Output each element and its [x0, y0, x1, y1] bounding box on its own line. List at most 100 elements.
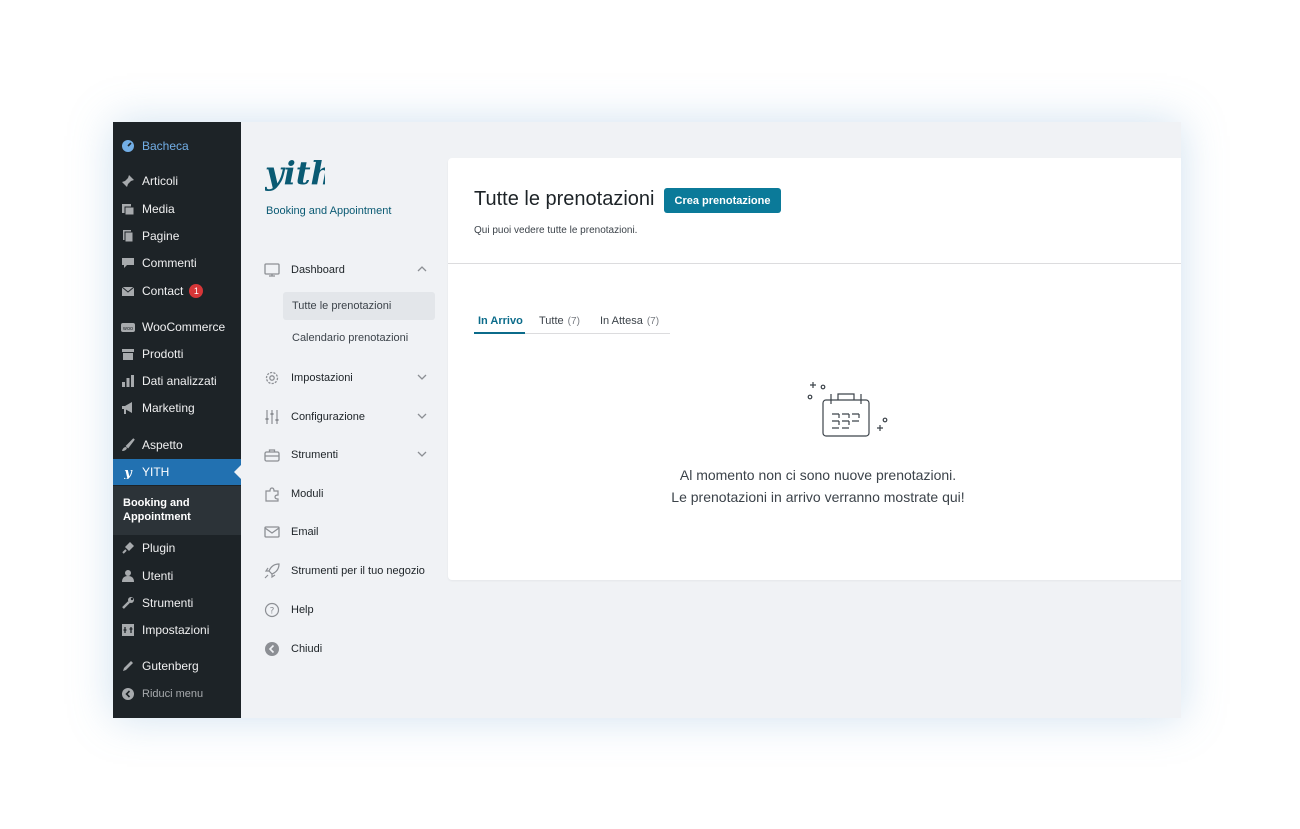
menu-label: Commenti — [142, 256, 197, 270]
menu-label: Contact — [142, 284, 184, 298]
paintbrush-icon — [120, 437, 136, 453]
nav-label: Email — [291, 526, 319, 538]
nav-email[interactable]: Email — [263, 518, 435, 546]
comment-icon — [120, 255, 136, 271]
pin-icon — [120, 173, 136, 189]
nav-tutte-le-prenotazioni[interactable]: Tutte le prenotazioni — [283, 292, 435, 320]
bar-chart-icon — [120, 373, 136, 389]
submenu-label: Booking and Appointment — [123, 497, 191, 523]
menu-label: Dati analizzati — [142, 374, 217, 388]
nav-label: Strumenti — [291, 449, 339, 461]
dashboard-icon — [120, 138, 136, 154]
sliders-icon — [263, 408, 281, 426]
yith-icon: y — [120, 464, 136, 480]
app-window: Bacheca Articoli Media Pagine Commenti C… — [113, 122, 1181, 718]
main-panel: Tutte le prenotazioni Crea prenotazione … — [448, 158, 1181, 580]
nav-label: Dashboard — [291, 264, 345, 276]
nav-label: Strumenti per il tuo negozio — [291, 565, 425, 577]
tab-in-arrivo[interactable]: In Arrivo — [478, 315, 523, 327]
collapse-arrow-icon — [120, 686, 136, 702]
empty-state-title: Al momento non ci sono nuove prenotazion… — [679, 467, 957, 483]
menu-item-dati-analizzati[interactable]: Dati analizzati — [113, 368, 241, 394]
nav-label: Configurazione — [291, 411, 365, 423]
nav-strumenti[interactable]: Strumenti — [263, 441, 435, 469]
menu-label: Utenti — [142, 569, 174, 583]
menu-label: Articoli — [142, 174, 179, 188]
empty-calendar-icon — [807, 382, 888, 437]
menu-label: Bacheca — [142, 139, 189, 153]
tab-tutte[interactable]: Tutte (7) — [539, 315, 580, 327]
svg-text:woo: woo — [123, 326, 133, 332]
tab-label: In Arrivo — [478, 315, 523, 327]
chevron-down-icon — [417, 372, 427, 385]
nav-calendario-prenotazioni[interactable]: Calendario prenotazioni — [283, 324, 435, 352]
tab-in-attesa[interactable]: In Attesa (7) — [600, 315, 659, 327]
nav-impostazioni[interactable]: Impostazioni — [263, 364, 435, 392]
nav-dashboard[interactable]: Dashboard — [263, 256, 435, 284]
help-icon: ? — [263, 601, 281, 619]
menu-item-utenti[interactable]: Utenti — [113, 563, 241, 589]
menu-label: Pagine — [142, 229, 180, 243]
svg-text:yith: yith — [265, 154, 325, 192]
tab-count: (7) — [646, 316, 660, 327]
menu-item-aspetto[interactable]: Aspetto — [113, 432, 241, 458]
envelope-icon — [263, 523, 281, 541]
menu-label: Media — [142, 202, 175, 216]
tab-count: (7) — [567, 316, 580, 327]
nav-label: Chiudi — [291, 643, 323, 655]
submenu-booking-appointment[interactable]: Booking and Appointment — [113, 486, 241, 535]
plugin-subtitle: Booking and Appointment — [266, 205, 392, 217]
nav-label: Impostazioni — [291, 372, 353, 384]
menu-label: Marketing — [142, 401, 195, 415]
menu-item-plugin[interactable]: Plugin — [113, 535, 241, 561]
menu-item-bacheca[interactable]: Bacheca — [113, 133, 241, 159]
menu-label: Aspetto — [142, 438, 183, 452]
active-tab-indicator — [474, 332, 525, 334]
wp-admin-sidebar: Bacheca Articoli Media Pagine Commenti C… — [113, 122, 241, 718]
menu-item-strumenti[interactable]: Strumenti — [113, 590, 241, 616]
nav-label: Tutte le prenotazioni — [292, 300, 392, 312]
nav-label: Help — [291, 604, 314, 616]
menu-item-prodotti[interactable]: Prodotti — [113, 341, 241, 367]
tab-label: Tutte — [539, 315, 564, 327]
nav-chiudi[interactable]: Chiudi — [263, 635, 435, 663]
archive-icon — [120, 346, 136, 362]
menu-label: Prodotti — [142, 347, 184, 361]
menu-label: Strumenti — [142, 596, 194, 610]
menu-item-commenti[interactable]: Commenti — [113, 250, 241, 276]
empty-state-subtitle: Le prenotazioni in arrivo verranno mostr… — [671, 489, 965, 505]
menu-item-contact[interactable]: Contact 1 — [113, 278, 241, 304]
menu-item-articoli[interactable]: Articoli — [113, 168, 241, 194]
menu-item-marketing[interactable]: Marketing — [113, 395, 241, 421]
divider — [448, 263, 1181, 264]
media-icon — [120, 201, 136, 217]
nav-label: Calendario prenotazioni — [292, 332, 409, 344]
rocket-icon — [263, 562, 281, 580]
menu-item-woocommerce[interactable]: woo WooCommerce — [113, 314, 241, 340]
menu-label: Gutenberg — [142, 659, 199, 673]
chevron-down-icon — [417, 411, 427, 424]
menu-label: WooCommerce — [142, 320, 226, 334]
menu-item-yith[interactable]: y YITH — [113, 459, 241, 485]
menu-item-gutenberg[interactable]: Gutenberg — [113, 653, 241, 679]
svg-text:?: ? — [270, 607, 275, 617]
nav-moduli[interactable]: Moduli — [263, 480, 435, 508]
chevron-down-icon — [417, 449, 427, 462]
nav-configurazione[interactable]: Configurazione — [263, 403, 435, 431]
collapse-menu-button[interactable]: Riduci menu — [113, 681, 241, 707]
monitor-icon — [263, 261, 281, 279]
create-booking-button[interactable]: Crea prenotazione — [664, 188, 781, 213]
booking-tabs: In Arrivo Tutte (7) In Attesa (7) — [474, 310, 670, 334]
page-description: Qui puoi vedere tutte le prenotazioni. — [474, 225, 638, 236]
menu-item-pagine[interactable]: Pagine — [113, 223, 241, 249]
menu-item-media[interactable]: Media — [113, 196, 241, 222]
notification-badge: 1 — [189, 284, 204, 298]
nav-strumenti-negozio[interactable]: Strumenti per il tuo negozio — [263, 557, 435, 585]
menu-item-impostazioni[interactable]: Impostazioni — [113, 617, 241, 643]
chevron-up-icon — [417, 264, 427, 277]
puzzle-icon — [263, 485, 281, 503]
user-icon — [120, 568, 136, 584]
settings-icon — [120, 622, 136, 638]
plugin-navigation: yith Booking and Appointment Dashboard T… — [241, 122, 448, 718]
nav-help[interactable]: ? Help — [263, 596, 435, 624]
